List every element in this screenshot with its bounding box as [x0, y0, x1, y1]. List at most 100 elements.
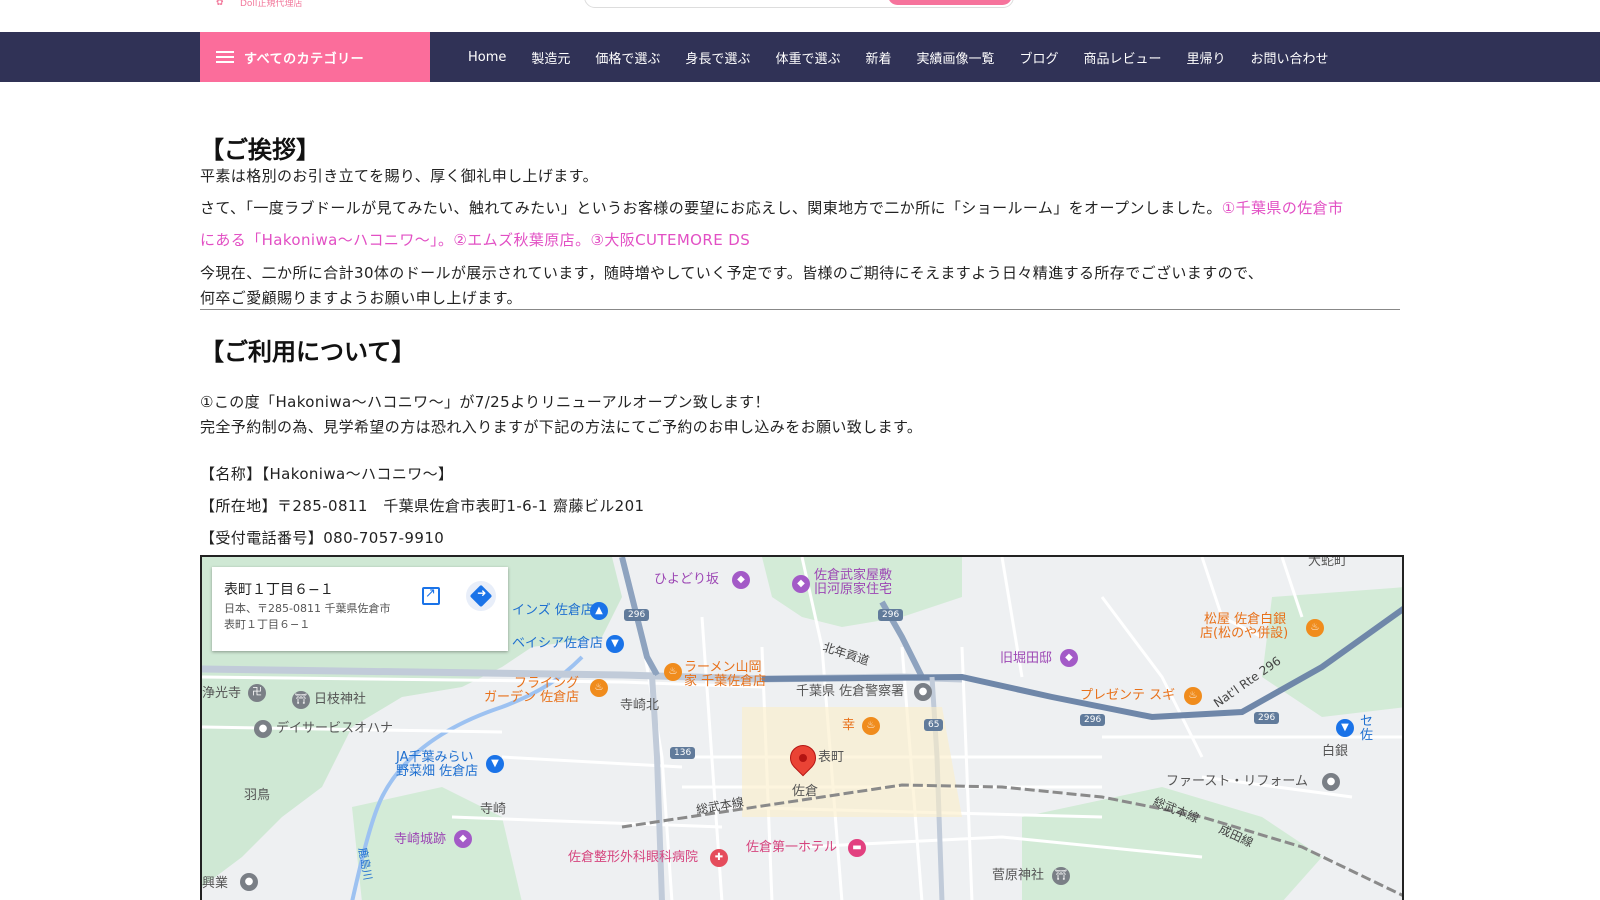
map-label-bukeyashiki-2: 旧河原家住宅: [814, 582, 893, 597]
landmark-icon[interactable]: ◆: [792, 575, 810, 593]
nav-menu: Home 製造元 価格で選ぶ 身長で選ぶ 体重で選ぶ 新着 実績画像一覧 ブログ…: [468, 32, 1354, 82]
map-label-sugawara: 菅原神社: [992, 868, 1045, 883]
top-header: ✿ Doll正規代理店: [0, 0, 1600, 32]
usage-line-1: ①この度「Hakoniwa～ハコニワ～」が7/25よりリニューアルオープン致しま…: [200, 393, 770, 411]
greeting-line-2-text: さて、「一度ラブドールが見てみたい、触れてみたい」というお客様の要望にお応えし、…: [200, 199, 1222, 217]
map-label-sa: 佐: [1360, 728, 1374, 743]
map-label-hotel: 佐倉第一ホテル: [746, 840, 838, 855]
hospital-icon[interactable]: ✚: [710, 849, 728, 867]
nav-item-new[interactable]: 新着: [865, 48, 891, 67]
restaurant-icon[interactable]: ♨: [590, 679, 608, 697]
store-address: 【所在地】〒285-0811 千葉県佐倉市表町1-6-1 齋藤ビル201: [200, 497, 645, 515]
map-label-matsuya-1: 松屋 佐倉白銀: [1204, 612, 1287, 627]
route-shield: 296: [878, 609, 904, 621]
business-icon[interactable]: ●: [240, 873, 258, 891]
shopping-icon[interactable]: ▼: [606, 635, 624, 653]
greeting-line-5: 何卒ご愛顧賜りますようお願い申し上げます。: [200, 289, 522, 307]
temple-icon[interactable]: 卍: [248, 684, 266, 702]
showroom-links[interactable]: にある「Hakoniwa～ハコニワ～」。②エムズ秋葉原店。③大阪CUTEMORE…: [200, 229, 750, 250]
map-label-sakura: 佐倉: [792, 784, 819, 799]
shopping-icon[interactable]: ▼: [486, 755, 504, 773]
map-label-flying-2: ガーデン 佐倉店: [484, 690, 580, 705]
route-shield: 296: [1254, 712, 1280, 724]
landmark-icon[interactable]: ◆: [1060, 649, 1078, 667]
landmark-icon[interactable]: ◆: [454, 830, 472, 848]
map-label-ja-1: JA千葉みらい: [396, 750, 474, 765]
map-label-sachi: 幸: [842, 718, 856, 733]
landmark-icon[interactable]: ◆: [732, 571, 750, 589]
store-phone: 【受付電話番号】080-7057-9910: [200, 529, 445, 547]
map-label-jokoji: 浄光寺: [202, 686, 242, 701]
restaurant-icon[interactable]: ♨: [664, 663, 682, 681]
usage-line-2: 完全予約制の為、見学希望の方は恐れ入りますが下記の方法にてご予約のお申し込みをお…: [200, 418, 923, 436]
nav-item-blog[interactable]: ブログ: [1019, 48, 1058, 67]
map-label-kogyo: 興業: [202, 876, 229, 891]
map-label-terasakikita: 寺崎北: [620, 698, 660, 713]
map-label-presente: プレゼンテ スギ: [1080, 688, 1176, 703]
map-label-police: 千葉県 佐倉警察署: [796, 684, 905, 699]
greeting-line-2: さて、「一度ラブドールが見てみたい、触れてみたい」というお客様の要望にお応えし、…: [200, 197, 1343, 218]
directions-button[interactable]: [466, 581, 496, 611]
route-shield: 65: [924, 719, 944, 731]
nav-item-contact[interactable]: お問い合わせ: [1251, 48, 1329, 67]
map-label-hiyoshi: 日枝神社: [314, 692, 367, 707]
menu-icon: [216, 51, 234, 63]
shrine-icon[interactable]: ⛩: [292, 691, 310, 709]
greeting-line-4: 今現在、二か所に合計30体のドールが展示されています，随時増やしていく予定です。…: [200, 264, 1264, 282]
map-label-flying-1: フライング: [514, 676, 580, 691]
map-label-omotemachi: 表町: [818, 750, 845, 765]
map-label-se: セ: [1360, 714, 1374, 729]
restaurant-icon[interactable]: ♨: [1184, 687, 1202, 705]
police-icon[interactable]: ●: [914, 683, 932, 701]
restaurant-icon[interactable]: ♨: [1306, 619, 1324, 637]
open-in-maps-icon[interactable]: [422, 586, 440, 605]
shopping-icon[interactable]: ▼: [1336, 719, 1354, 737]
map-label-shirogane: 白銀: [1322, 744, 1349, 759]
map-label-terasaki: 寺崎: [480, 802, 507, 817]
business-icon[interactable]: ●: [1322, 773, 1340, 791]
map-label-hiyodorizaka: ひよどり坂: [654, 572, 720, 587]
all-categories-button[interactable]: すべてのカテゴリー: [200, 32, 430, 82]
greeting-heading: 【ご挨拶】: [200, 136, 320, 164]
route-shield: 296: [1080, 714, 1106, 726]
nav-item-price[interactable]: 価格で選ぶ: [595, 48, 660, 67]
shrine-icon[interactable]: ⛩: [1052, 867, 1070, 885]
facility-icon[interactable]: ●: [254, 720, 272, 738]
main-nav: すべてのカテゴリー Home 製造元 価格で選ぶ 身長で選ぶ 体重で選ぶ 新着 …: [0, 32, 1600, 82]
map-label-ohebicho: 大蛇町: [1308, 555, 1348, 569]
search-button[interactable]: [888, 0, 1012, 5]
restaurant-icon[interactable]: ♨: [862, 717, 880, 735]
map-label-dayservice: デイサービスオハナ: [276, 721, 394, 736]
place-title: 表町１丁目６−１: [224, 582, 334, 598]
map-label-terasaki-castle: 寺崎城跡: [394, 832, 447, 847]
nav-item-home[interactable]: Home: [468, 50, 506, 65]
route-shield: 296: [624, 609, 650, 621]
map-label-bukeyashiki-1: 佐倉武家屋敷: [814, 568, 893, 583]
nav-item-return[interactable]: 里帰り: [1187, 48, 1226, 67]
showroom-link-sakura[interactable]: ①千葉県の佐倉市: [1222, 199, 1344, 217]
logo-subtext[interactable]: Doll正規代理店: [240, 0, 302, 9]
place-address-line-1: 日本、〒285-0811 千葉県佐倉市: [224, 602, 391, 615]
directions-icon: [469, 584, 493, 608]
shopping-icon[interactable]: ▲: [590, 602, 608, 620]
nav-item-gallery[interactable]: 実績画像一覧: [916, 48, 994, 67]
map-label-ramen-1: ラーメン山岡: [684, 660, 762, 675]
map-label-kyuhotta: 旧堀田邸: [1000, 651, 1053, 666]
map-label-beisia: ベイシア佐倉店: [512, 636, 604, 651]
hotel-icon[interactable]: ▬: [848, 839, 866, 857]
map-label-hatori: 羽鳥: [244, 788, 271, 803]
nav-item-manufacturer[interactable]: 製造元: [531, 48, 570, 67]
nav-item-weight[interactable]: 体重で選ぶ: [775, 48, 840, 67]
store-name: 【名称】【Hakoniwa～ハコニワ～】: [200, 465, 454, 483]
map-label-matsuya-2: 店(松のや併設): [1200, 626, 1289, 641]
map-label-hospital: 佐倉整形外科眼科病院: [568, 850, 699, 865]
place-address-line-2: 表町１丁目６−１: [224, 618, 311, 631]
place-address: 日本、〒285-0811 千葉県佐倉市 表町１丁目６−１: [224, 601, 424, 633]
route-shield: 136: [670, 747, 696, 759]
nav-item-reviews[interactable]: 商品レビュー: [1084, 48, 1162, 67]
section-divider: [200, 309, 1400, 310]
map-label-first-reform: ファースト・リフォーム: [1166, 774, 1308, 789]
google-map[interactable]: 表町１丁目６−１ 日本、〒285-0811 千葉県佐倉市 表町１丁目６−１ 29…: [200, 555, 1404, 900]
map-label-ramen-2: 家 千葉佐倉店: [684, 674, 767, 689]
nav-item-height[interactable]: 身長で選ぶ: [685, 48, 750, 67]
